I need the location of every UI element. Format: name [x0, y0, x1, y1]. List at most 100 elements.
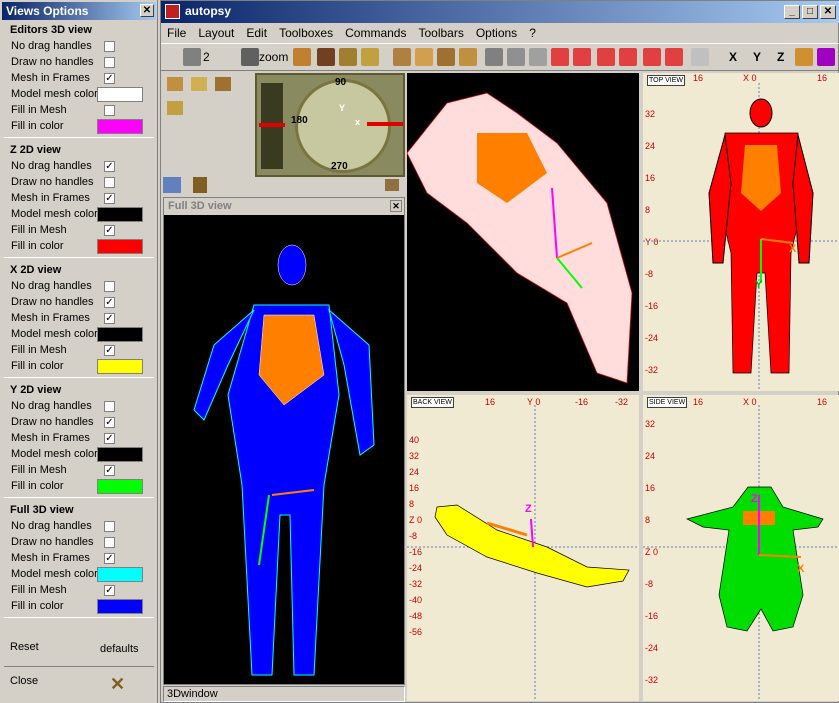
axis-y-button[interactable]: Y [753, 50, 761, 64]
minimize-button[interactable]: _ [784, 5, 800, 19]
box-rotate-icon[interactable] [191, 77, 207, 91]
color-swatch[interactable] [97, 239, 143, 254]
section-title: Y 2D view [10, 384, 62, 396]
menu-item-7[interactable]: ? [523, 23, 542, 40]
tool-red-3-icon[interactable] [597, 48, 615, 66]
close-icon[interactable]: ✕ [140, 4, 154, 17]
option-checkbox[interactable] [104, 537, 115, 548]
option-checkbox[interactable]: ✓ [104, 553, 115, 564]
notes-icon[interactable] [193, 177, 207, 193]
zoom-icon[interactable] [241, 48, 259, 66]
option-checkbox[interactable]: ✓ [104, 465, 115, 476]
grid-icon[interactable] [183, 48, 201, 66]
color-swatch[interactable] [97, 87, 143, 102]
title-bar: autopsy _ □ ✕ [161, 1, 839, 23]
option-checkbox[interactable]: ✓ [104, 585, 115, 596]
compass-x-label: x [355, 117, 361, 127]
option-checkbox[interactable]: ✓ [104, 225, 115, 236]
option-checkbox[interactable] [104, 57, 115, 68]
package-icon[interactable] [385, 179, 399, 191]
cube-select-icon[interactable] [437, 48, 455, 66]
menu-item-6[interactable]: Options [470, 23, 523, 40]
pen-icon[interactable] [215, 77, 231, 91]
save-icon[interactable] [163, 177, 181, 193]
reset-button[interactable]: Reset [10, 641, 39, 653]
target-icon[interactable] [339, 48, 357, 66]
option-checkbox[interactable]: ✓ [104, 297, 115, 308]
option-row: Fill in color [4, 358, 154, 374]
green-mesh-figure [643, 405, 839, 701]
option-checkbox[interactable]: ✓ [104, 73, 115, 84]
compass-widget[interactable]: 90 270 180 Y x [255, 73, 405, 177]
option-row: Fill in Mesh ✓ [4, 462, 154, 478]
option-row: Model mesh color [4, 566, 154, 582]
zoom-label[interactable]: zoom [259, 50, 288, 64]
section-divider [4, 617, 154, 618]
menu-item-2[interactable]: Edit [240, 23, 273, 40]
option-checkbox[interactable] [104, 281, 115, 292]
bone-icon[interactable] [485, 48, 503, 66]
tool-red-2-icon[interactable] [573, 48, 591, 66]
option-label: Fill in color [11, 360, 64, 372]
defaults-button[interactable]: defaults [100, 643, 139, 655]
menu-item-1[interactable]: Layout [192, 23, 240, 40]
option-checkbox[interactable]: ✓ [104, 193, 115, 204]
cube-move-icon[interactable] [459, 48, 477, 66]
color-swatch[interactable] [97, 479, 143, 494]
close-x-icon[interactable]: ✕ [110, 674, 125, 695]
compass-pointer [367, 122, 403, 126]
option-checkbox[interactable]: ✓ [104, 161, 115, 172]
color-swatch[interactable] [97, 599, 143, 614]
tool-red-1-icon[interactable] [551, 48, 569, 66]
color-swatch[interactable] [97, 447, 143, 462]
color-swatch[interactable] [97, 359, 143, 374]
option-checkbox[interactable] [104, 177, 115, 188]
joint-icon[interactable] [507, 48, 525, 66]
option-checkbox[interactable] [104, 401, 115, 412]
reset-row: Reset defaults [10, 641, 150, 657]
option-checkbox[interactable]: ✓ [104, 313, 115, 324]
tool-red-5-icon[interactable] [643, 48, 661, 66]
option-checkbox[interactable] [104, 41, 115, 52]
back-view-viewport[interactable]: BACK VIEW 16 Y 0 -16 -32 40 32 24 16 8 Z 0 -8-… [407, 395, 639, 701]
menu-item-3[interactable]: Toolboxes [273, 23, 339, 40]
option-checkbox[interactable]: ✓ [104, 345, 115, 356]
option-label: Model mesh color [11, 448, 98, 460]
tool-red-6-icon[interactable] [665, 48, 683, 66]
option-checkbox[interactable] [104, 521, 115, 532]
axis-z-button[interactable]: Z [777, 50, 784, 64]
wedge-icon[interactable] [167, 101, 183, 115]
cube-icon[interactable] [415, 48, 433, 66]
grid-count: 2 [203, 50, 210, 64]
link-icon[interactable] [393, 48, 411, 66]
gear-icon[interactable] [317, 48, 335, 66]
side-view-viewport[interactable]: SIDE VIEW 16 X 0 16 32 24 16 8 Z 0 -8 -16 -24 -3… [643, 395, 839, 701]
option-checkbox[interactable] [104, 105, 115, 116]
axis-x-button[interactable]: X [729, 50, 737, 64]
color-swatch[interactable] [97, 327, 143, 342]
color-swatch[interactable] [97, 567, 143, 582]
maximize-button[interactable]: □ [802, 5, 818, 19]
top-view-viewport[interactable]: TOP VIEW 16 X 0 16 32 24 16 8 Y 0 -8 -16 -24 -32… [643, 73, 839, 391]
color-swatch[interactable] [97, 207, 143, 222]
palette-icon[interactable] [817, 48, 835, 66]
close-window-button[interactable]: ✕ [820, 5, 836, 19]
color-swatch[interactable] [97, 119, 143, 134]
close-button[interactable]: Close [10, 675, 38, 687]
book-icon[interactable] [361, 48, 379, 66]
full-3d-viewport[interactable] [164, 215, 404, 684]
editor-3d-viewport[interactable] [407, 73, 639, 391]
menu-item-5[interactable]: Toolbars [412, 23, 469, 40]
compass-dial[interactable] [295, 79, 391, 173]
3d-icon[interactable] [293, 48, 311, 66]
tool-red-4-icon[interactable] [619, 48, 637, 66]
menu-item-4[interactable]: Commands [339, 23, 412, 40]
full-3d-close-icon[interactable]: ✕ [390, 200, 402, 212]
vertex-icon[interactable] [529, 48, 547, 66]
option-checkbox[interactable]: ✓ [104, 433, 115, 444]
3d-view-icon[interactable] [795, 48, 813, 66]
menu-item-0[interactable]: File [161, 23, 192, 40]
file-icon[interactable] [691, 48, 709, 66]
box-icon[interactable] [167, 77, 183, 91]
option-checkbox[interactable]: ✓ [104, 417, 115, 428]
